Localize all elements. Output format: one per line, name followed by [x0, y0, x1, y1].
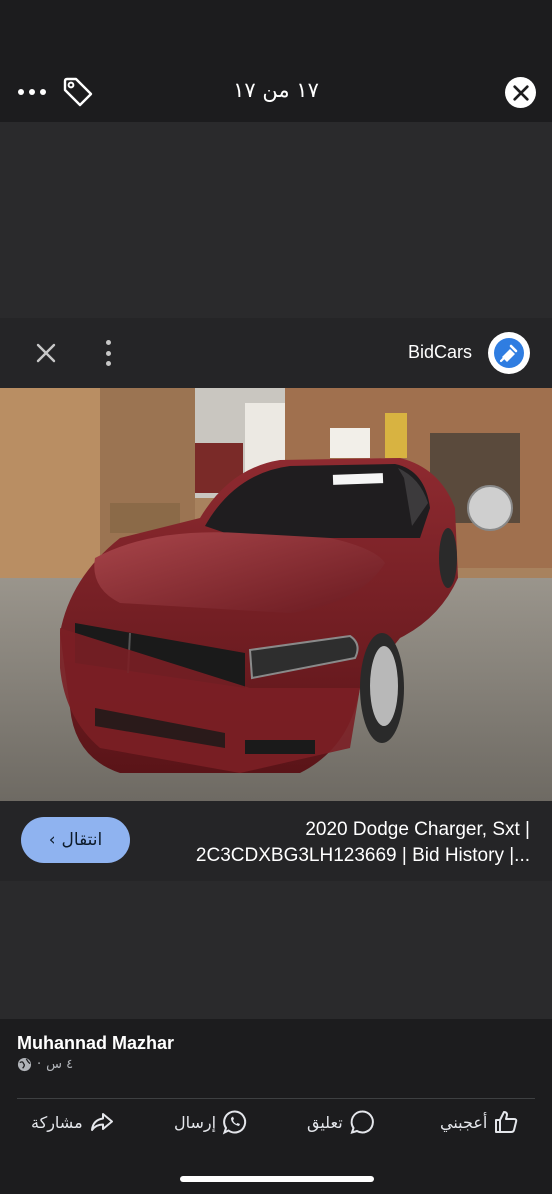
ad-title[interactable]: 2020 Dodge Charger, Sxt | 2C3CDXBG3LH123… [150, 817, 530, 869]
status-area [0, 0, 552, 62]
send-label: إرسال [174, 1112, 217, 1132]
share-label: مشاركة [31, 1112, 83, 1132]
dot-icon [105, 350, 111, 356]
divider [17, 1098, 535, 1099]
comment-label: تعليق [307, 1112, 343, 1132]
ad-header: BidCars [0, 318, 552, 388]
close-icon [512, 84, 529, 101]
like-icon [495, 1111, 518, 1133]
photo-backdrop-top [0, 122, 552, 318]
comment-icon [350, 1110, 374, 1135]
photo-backdrop-bottom [0, 881, 552, 1019]
whatsapp-icon [222, 1110, 247, 1135]
ad-title-line2: 2C3CDXBG3LH123669 | Bid History |... [195, 845, 530, 866]
comment-button[interactable]: تعليق [307, 1109, 375, 1135]
car-photo[interactable] [0, 388, 552, 801]
share-icon [90, 1113, 113, 1131]
home-indicator [180, 1176, 374, 1182]
post-meta: · ٤ س [17, 1057, 73, 1072]
ad-title-line1: 2020 Dodge Charger, Sxt | [305, 819, 530, 840]
ad-options-button[interactable] [103, 340, 113, 366]
post-author[interactable]: Muhannad Mazhar [17, 1033, 174, 1054]
action-bar: مشاركة إرسال تعليق أعجبني [0, 1109, 552, 1141]
dismiss-ad-button[interactable] [34, 341, 58, 365]
globe-icon [17, 1057, 32, 1072]
chevron-left-icon: ‹ [48, 830, 56, 850]
close-icon [36, 343, 56, 363]
dot-icon [105, 340, 111, 345]
share-button[interactable]: مشاركة [31, 1109, 115, 1135]
advertiser-logo-icon[interactable] [488, 332, 530, 374]
go-to-site-label: انتقال [61, 830, 103, 850]
advertiser-name[interactable]: BidCars [408, 342, 472, 363]
dot-icon [105, 361, 111, 366]
photo-counter: ١٧ من ١٧ [233, 78, 319, 102]
post-time: ٤ س [46, 1057, 74, 1072]
like-button[interactable]: أعجبني [440, 1109, 519, 1135]
like-label: أعجبني [440, 1112, 488, 1132]
meta-separator: · [37, 1057, 42, 1072]
viewer-top-bar: ١٧ من ١٧ [0, 62, 552, 122]
close-viewer-button[interactable] [505, 77, 536, 108]
ad-footer: ‹ انتقال 2020 Dodge Charger, Sxt | 2C3CD… [0, 801, 552, 881]
post-info: Muhannad Mazhar · ٤ س مشاركة إرسال تعليق [0, 1019, 552, 1194]
send-button[interactable]: إرسال [174, 1109, 248, 1135]
go-to-site-button[interactable]: ‹ انتقال [21, 817, 130, 863]
